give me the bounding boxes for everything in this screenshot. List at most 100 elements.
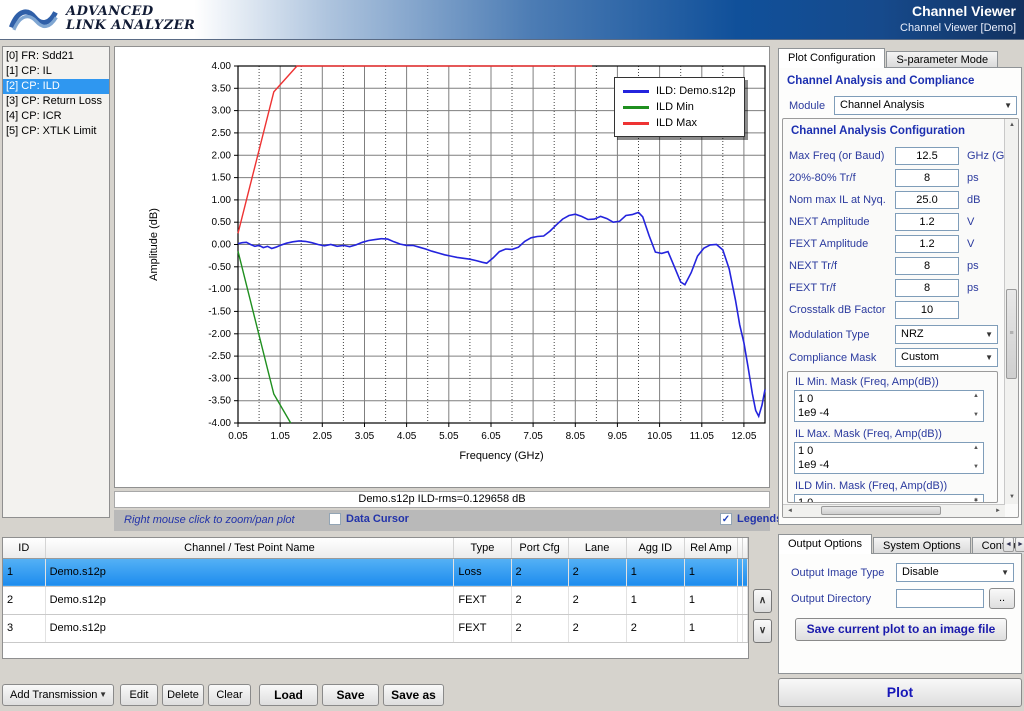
table-cell[interactable]: 2 <box>3 586 45 614</box>
move-down-button[interactable]: ∨ <box>753 619 772 643</box>
list-item[interactable]: [2] CP: ILD <box>3 79 109 94</box>
scroll-left-icon[interactable]: ◄ <box>783 505 797 518</box>
table-cell[interactable]: 3 <box>3 614 45 642</box>
move-up-button[interactable]: ∧ <box>753 589 772 613</box>
tab-scroll-left-icon[interactable]: ◄ <box>1003 537 1014 552</box>
tab-s-parameter-mode[interactable]: S-parameter Mode <box>886 51 998 68</box>
legend-label: ILD Max <box>656 117 697 129</box>
table-cell[interactable]: Demo.s12p <box>45 558 454 586</box>
spinner-down-icon[interactable]: ▼ <box>969 498 983 503</box>
field-input[interactable] <box>895 279 959 297</box>
table-cell[interactable]: FEXT <box>454 614 511 642</box>
field-input[interactable] <box>895 301 959 319</box>
plot-panel[interactable]: -4.00-3.50-3.00-2.50-2.00-1.50-1.00-0.50… <box>114 46 770 488</box>
browse-button[interactable]: .. <box>989 588 1015 609</box>
mask-input[interactable]: 1 0 1e9 -4 <box>794 390 984 422</box>
modulation-type-select[interactable]: NRZ▼ <box>895 325 998 344</box>
svg-text:Frequency (GHz): Frequency (GHz) <box>459 450 543 462</box>
svg-text:1.05: 1.05 <box>270 431 290 442</box>
output-image-type-select[interactable]: Disable ▼ <box>896 563 1014 582</box>
tab-scroll-right-icon[interactable]: ► <box>1015 537 1024 552</box>
field-input[interactable] <box>895 213 959 231</box>
add-transmission-dropdown[interactable]: Add Transmission ▼ <box>2 684 114 706</box>
plot-button[interactable]: Plot <box>778 678 1022 707</box>
spinner-down-icon[interactable]: ▼ <box>969 412 983 418</box>
module-select[interactable]: Channel Analysis ▼ <box>834 96 1017 115</box>
tab-output-options[interactable]: Output Options <box>778 534 872 554</box>
table-header-cell[interactable]: ID <box>3 538 45 558</box>
table-cell[interactable]: Demo.s12p <box>45 614 454 642</box>
table-cell[interactable]: 1 <box>626 586 684 614</box>
legend-entry: ILD Max <box>623 115 735 131</box>
clear-button[interactable]: Clear <box>208 684 251 706</box>
list-item[interactable]: [3] CP: Return Loss <box>3 94 109 109</box>
load-button[interactable]: Load <box>259 684 318 706</box>
check-icon[interactable]: ✓ <box>720 513 732 525</box>
table-cell[interactable]: Loss <box>454 558 511 586</box>
table-header-cell[interactable]: Type <box>454 538 511 558</box>
table-cell[interactable]: 1 <box>684 586 737 614</box>
channel-table[interactable]: IDChannel / Test Point NameTypePort CfgL… <box>3 538 748 643</box>
scroll-thumb[interactable]: ≡ <box>1006 289 1017 379</box>
field-input[interactable] <box>895 235 959 253</box>
table-header-cell[interactable]: Port Cfg <box>511 538 568 558</box>
scroll-thumb[interactable] <box>821 506 941 515</box>
table-cell[interactable]: 2 <box>626 614 684 642</box>
table-cell[interactable]: 1 <box>626 558 684 586</box>
legends-checkbox[interactable]: ✓ Legends <box>720 513 782 525</box>
table-cell[interactable]: Demo.s12p <box>45 586 454 614</box>
svg-text:4.00: 4.00 <box>212 61 232 72</box>
field-input[interactable] <box>895 169 959 187</box>
scroll-down-icon[interactable]: ▼ <box>1005 491 1019 504</box>
table-cell[interactable]: 2 <box>568 558 626 586</box>
output-directory-input[interactable] <box>896 589 984 608</box>
list-item[interactable]: [1] CP: IL <box>3 64 109 79</box>
save-plot-image-button[interactable]: Save current plot to an image file <box>795 618 1007 641</box>
mask-input[interactable]: 1 0 1e9 -4 <box>794 442 984 474</box>
config-horizontal-scrollbar[interactable]: ◄ ► <box>783 504 1005 517</box>
tab-plot-configuration[interactable]: Plot Configuration <box>778 48 885 68</box>
table-cell[interactable]: FEXT <box>454 586 511 614</box>
bottom-toolbar: Add Transmission ▼ EditDeleteClearLoadSa… <box>2 684 444 707</box>
spinner-up-icon[interactable]: ▲ <box>969 445 983 451</box>
table-header-cell[interactable]: Agg ID <box>626 538 684 558</box>
field-input[interactable] <box>895 147 959 165</box>
table-cell[interactable]: 2 <box>511 558 568 586</box>
table-row[interactable]: 2Demo.s12pFEXT2211 <box>3 586 748 614</box>
table-cell[interactable]: 2 <box>568 586 626 614</box>
list-item[interactable]: [5] CP: XTLK Limit <box>3 124 109 139</box>
table-cell[interactable]: 2 <box>511 614 568 642</box>
table-row[interactable]: 1Demo.s12pLoss2211 <box>3 558 748 586</box>
table-header-cell[interactable]: Rel Amp <box>684 538 737 558</box>
edit-button[interactable]: Edit <box>120 684 158 706</box>
svg-text:-4.00: -4.00 <box>208 418 231 429</box>
table-cell[interactable]: 1 <box>684 614 737 642</box>
field-input[interactable] <box>895 257 959 275</box>
table-header-cell[interactable]: Lane <box>568 538 626 558</box>
wave-logo-icon <box>8 3 58 35</box>
logo-line2: LINK ANALYZER <box>66 19 195 33</box>
signal-list[interactable]: [0] FR: Sdd21[1] CP: IL[2] CP: ILD[3] CP… <box>2 46 110 518</box>
table-row[interactable]: 3Demo.s12pFEXT2221 <box>3 614 748 642</box>
mask-input[interactable]: 1 0 <box>794 494 984 503</box>
table-header-cell[interactable]: Channel / Test Point Name <box>45 538 454 558</box>
list-item[interactable]: [4] CP: ICR <box>3 109 109 124</box>
checkbox-box-icon[interactable] <box>329 513 341 525</box>
save-as-button[interactable]: Save as <box>383 684 444 706</box>
config-vertical-scrollbar[interactable]: ▲ ≡ ▼ <box>1004 119 1018 504</box>
compliance-mask-select[interactable]: Custom▼ <box>895 348 998 367</box>
field-input[interactable] <box>895 191 959 209</box>
table-cell[interactable]: 1 <box>684 558 737 586</box>
table-cell[interactable]: 2 <box>568 614 626 642</box>
tab-system-options[interactable]: System Options <box>873 537 971 554</box>
data-cursor-checkbox[interactable]: Data Cursor <box>329 513 409 525</box>
table-cell[interactable]: 2 <box>511 586 568 614</box>
spinner-down-icon[interactable]: ▼ <box>969 464 983 470</box>
list-item[interactable]: [0] FR: Sdd21 <box>3 49 109 64</box>
scroll-right-icon[interactable]: ► <box>991 505 1005 518</box>
table-cell[interactable]: 1 <box>3 558 45 586</box>
scroll-up-icon[interactable]: ▲ <box>1005 119 1019 132</box>
delete-button[interactable]: Delete <box>162 684 204 706</box>
spinner-up-icon[interactable]: ▲ <box>969 393 983 399</box>
save-button[interactable]: Save <box>322 684 379 706</box>
